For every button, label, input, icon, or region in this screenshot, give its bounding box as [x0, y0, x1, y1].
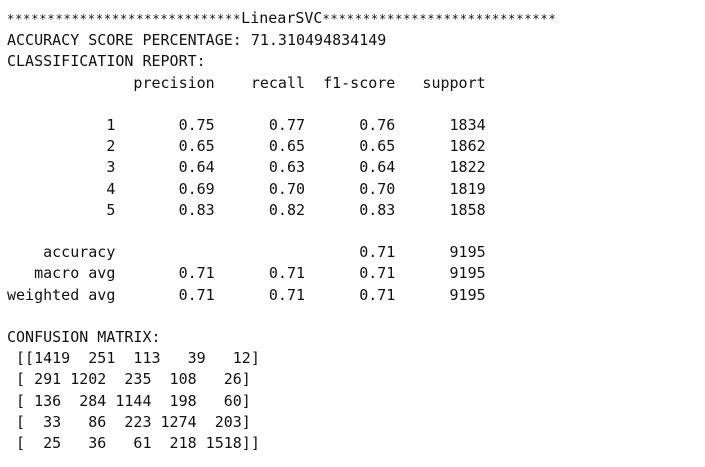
- confusion-matrix-row: [ 291 1202 235 108 26]: [7, 370, 251, 389]
- model-name: LinearSVC: [241, 9, 323, 27]
- report-row-weighted-avg: weighted avg 0.71 0.71 0.71 9195: [7, 285, 486, 304]
- model-header: *****************************LinearSVC**…: [7, 8, 702, 30]
- report-row-class-4: 4 0.69 0.70 0.70 1819: [7, 179, 486, 198]
- confusion-matrix-row: [ 25 36 61 218 1518]]: [7, 434, 260, 453]
- console-output: *****************************LinearSVC**…: [7, 8, 702, 454]
- report-row-class-2: 2 0.65 0.65 0.65 1862: [7, 137, 486, 156]
- star-banner-right: *****************************: [322, 12, 557, 26]
- report-title: CLASSIFICATION REPORT:: [7, 52, 206, 71]
- report-row-class-5: 5 0.83 0.82 0.83 1858: [7, 200, 486, 219]
- star-banner-left: *****************************: [7, 12, 242, 26]
- report-header-row: precision recall f1-score support: [7, 73, 486, 92]
- accuracy-score-line: ACCURACY SCORE PERCENTAGE: 71.3104948341…: [7, 31, 387, 50]
- report-row-accuracy: accuracy 0.71 9195: [7, 243, 486, 262]
- report-row-class-3: 3 0.64 0.63 0.64 1822: [7, 158, 486, 177]
- confusion-matrix-row: [ 33 86 223 1274 203]: [7, 412, 251, 431]
- confusion-matrix-title: CONFUSION MATRIX:: [7, 328, 161, 346]
- report-row-macro-avg: macro avg 0.71 0.71 0.71 9195: [7, 264, 486, 283]
- report-row-class-1: 1 0.75 0.77 0.76 1834: [7, 116, 486, 134]
- confusion-matrix-row: [[1419 251 113 39 12]: [7, 349, 260, 368]
- confusion-matrix-row: [ 136 284 1144 198 60]: [7, 391, 251, 410]
